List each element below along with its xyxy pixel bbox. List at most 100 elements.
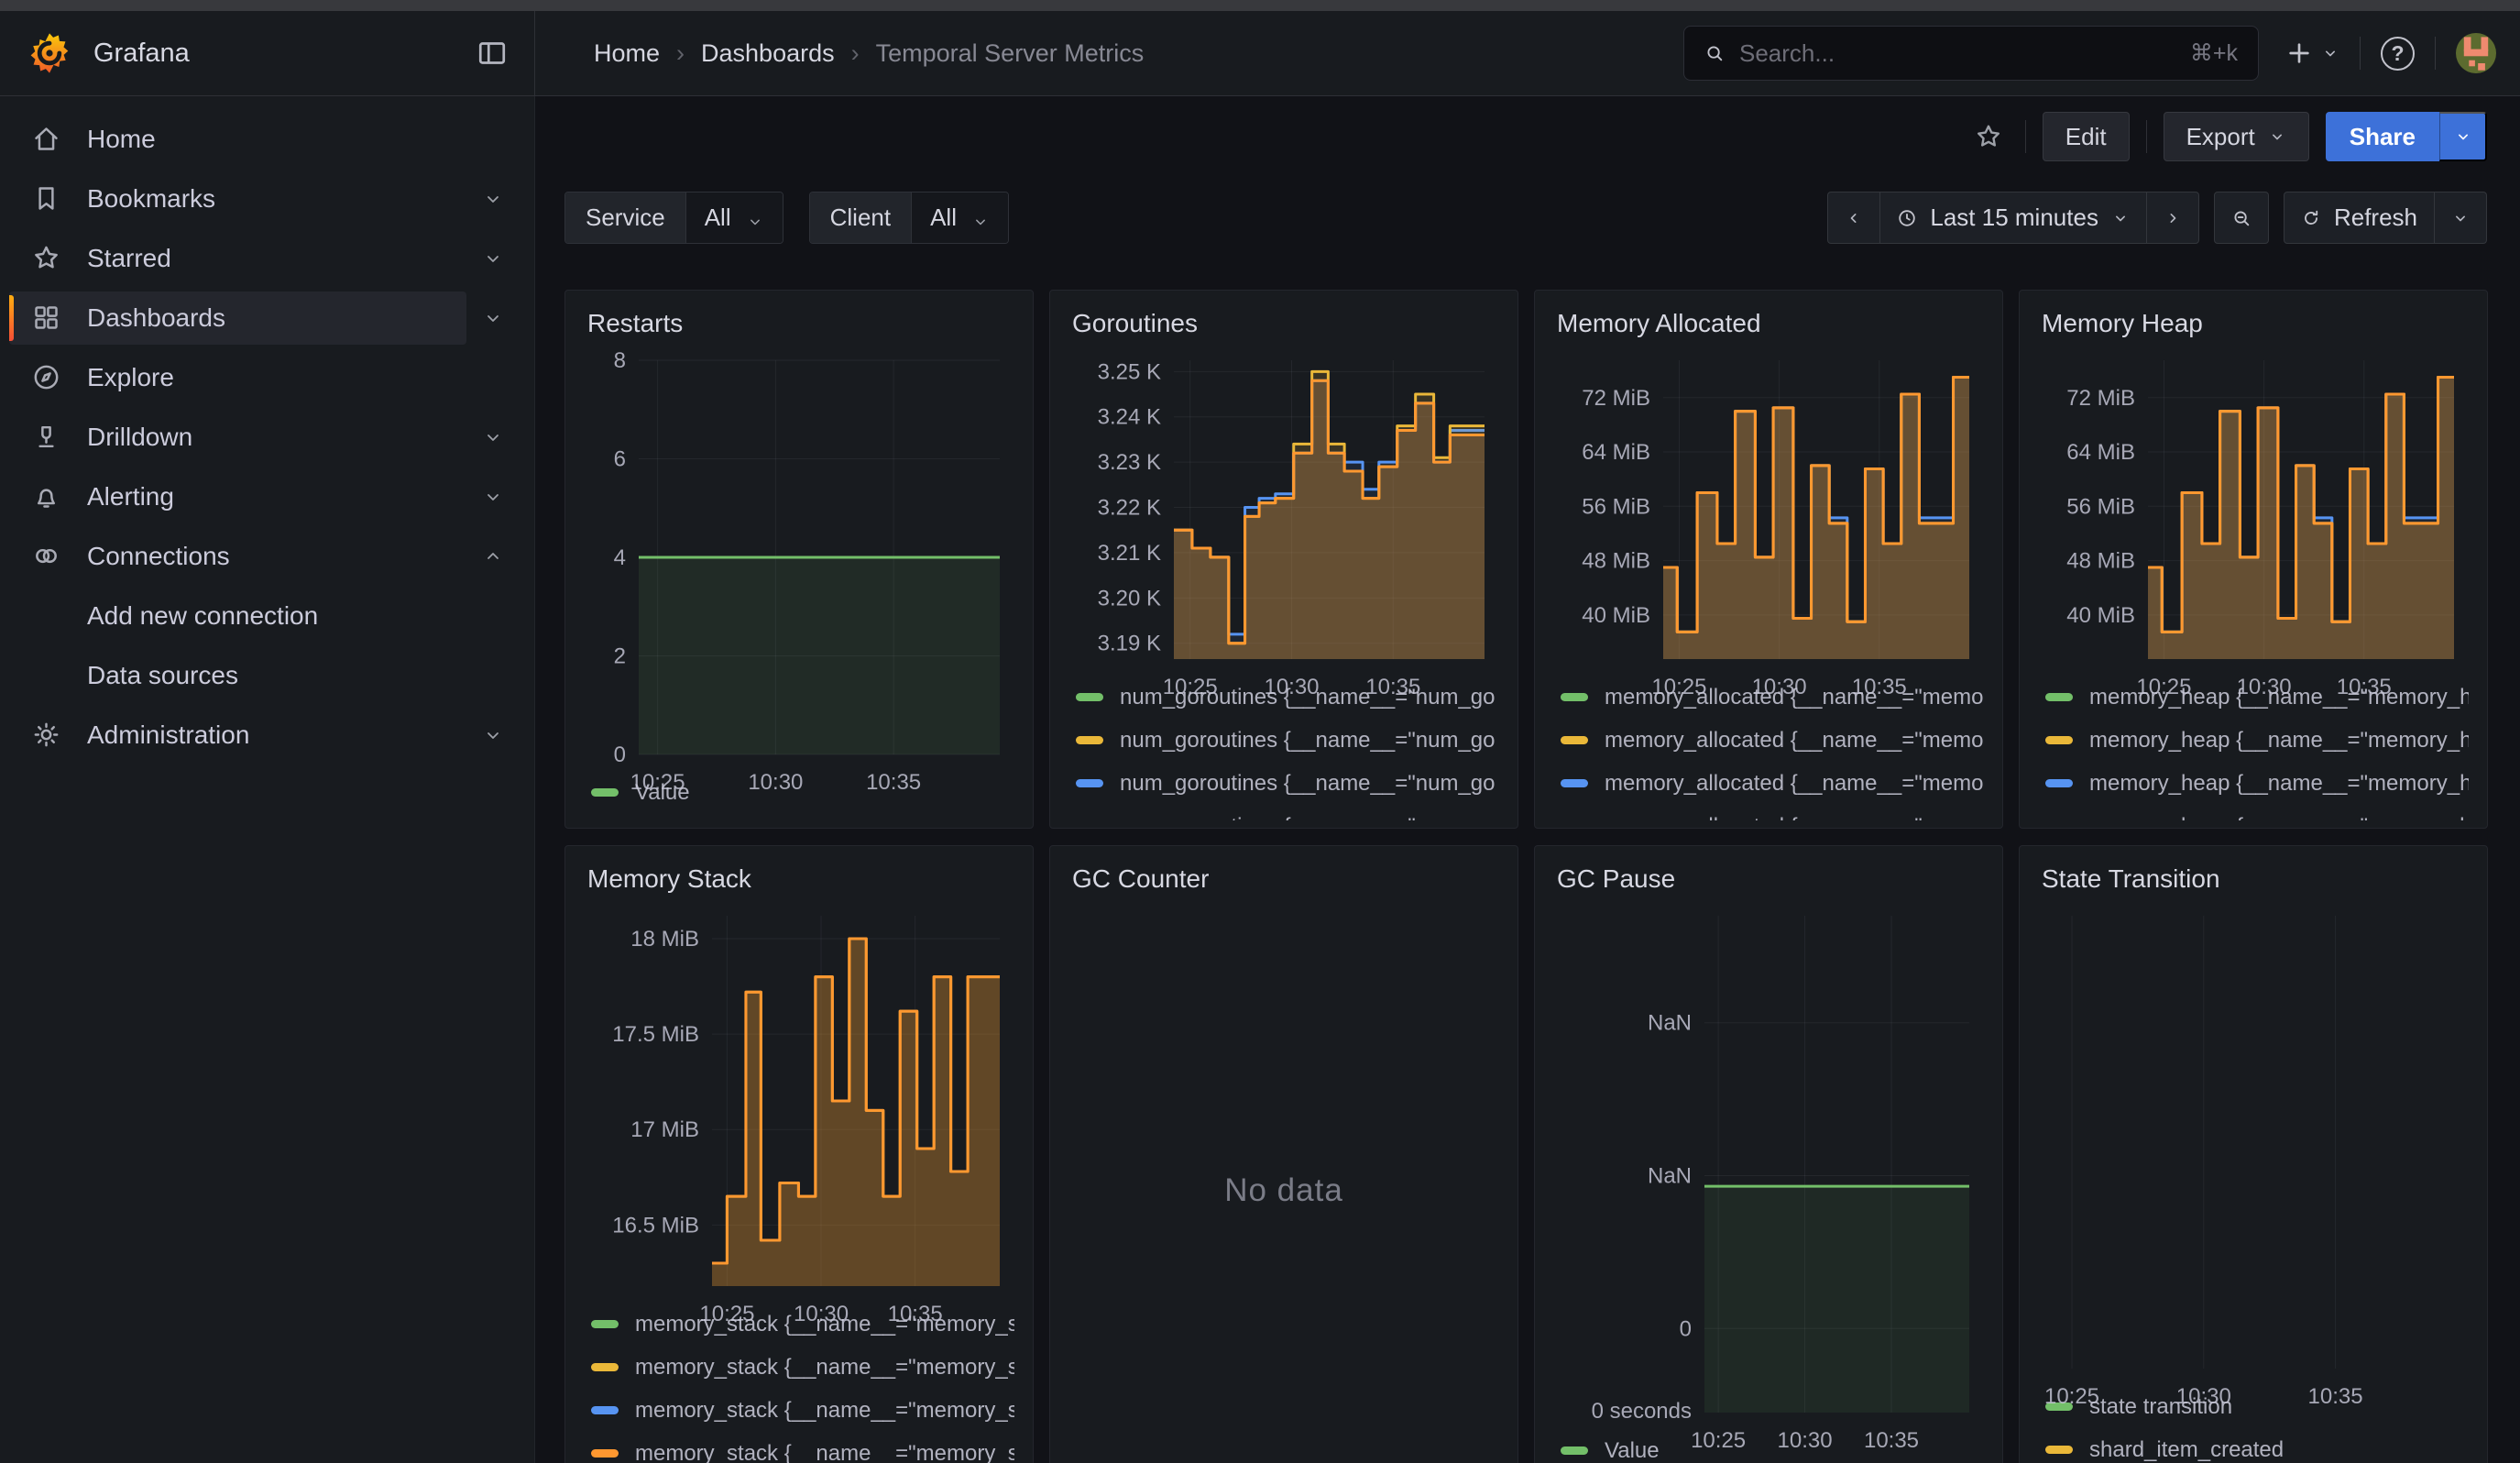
filter-value-dropdown[interactable]: All [912, 192, 1008, 243]
refresh-interval-button[interactable] [2434, 192, 2487, 244]
breadcrumb-item[interactable]: Dashboards [701, 39, 835, 68]
edit-button[interactable]: Edit [2043, 112, 2130, 161]
refresh-button[interactable]: Refresh [2284, 192, 2435, 244]
svg-text:10:30: 10:30 [794, 1302, 849, 1326]
panel-state-transition: State Transition 10:2510:3010:35 state t… [2019, 845, 2488, 1463]
legend-label: memory_heap {__name__="memory_h [2089, 728, 2469, 754]
sidebar-item-connections[interactable]: Connections [9, 530, 466, 583]
sidebar-row-home: Home [9, 109, 520, 169]
legend-label: memory_allocated {__name__="memo [1605, 728, 1983, 754]
share-menu-button[interactable] [2439, 112, 2487, 161]
sidebar-expand-chevron-down-icon[interactable] [466, 172, 520, 226]
legend-item[interactable]: num_goroutines {__name__="num_go [1076, 762, 1499, 805]
sidebar-expand-chevron-down-icon[interactable] [466, 292, 520, 345]
sidebar-expand-chevron-down-icon[interactable] [466, 709, 520, 762]
breadcrumb-item[interactable]: Home [594, 39, 660, 68]
sidebar-toggle-icon[interactable] [476, 37, 509, 70]
time-series-plot[interactable]: 10:2510:3010:35NaNNaN00 seconds [1553, 903, 1984, 1429]
zoom-out-button[interactable] [2214, 192, 2269, 244]
svg-text:NaN: NaN [1648, 1164, 1692, 1189]
breadcrumb: Home›Dashboards›Temporal Server Metrics [594, 39, 1144, 68]
panel-title: GC Counter [1072, 864, 1499, 894]
rings-icon [31, 541, 61, 571]
panel-title: Restarts [587, 309, 1014, 338]
sidebar-item-data-sources[interactable]: Data sources [9, 649, 520, 702]
user-avatar[interactable] [2456, 33, 2496, 73]
export-button[interactable]: Export [2164, 112, 2309, 161]
legend-swatch [591, 1449, 619, 1458]
home-icon [31, 124, 61, 154]
legend-item[interactable]: memory_heap {__name__="memory_h [2045, 719, 2469, 762]
svg-text:10:30: 10:30 [748, 770, 803, 795]
time-range-picker[interactable]: Last 15 minutes [1879, 192, 2147, 244]
svg-text:72 MiB: 72 MiB [1582, 386, 1650, 411]
sidebar-expand-chevron-down-icon[interactable] [466, 411, 520, 464]
dashboard-toolbar: Edit Export Share [535, 96, 2520, 177]
search-input[interactable] [1737, 38, 2177, 69]
variable-filter-client: ClientAll [809, 192, 1009, 244]
sidebar-row-starred: Starred [9, 228, 520, 288]
sidebar-item-bookmarks[interactable]: Bookmarks [9, 172, 466, 226]
legend-item[interactable]: memory_allocated {__name__="memo [1561, 805, 1984, 820]
time-series-plot[interactable]: 10:2510:3010:3572 MiB64 MiB56 MiB48 MiB4… [1553, 347, 1984, 676]
legend-swatch [2045, 1446, 2073, 1454]
divider [2360, 37, 2361, 70]
svg-text:64 MiB: 64 MiB [1582, 440, 1650, 465]
help-button[interactable]: ? [2381, 37, 2415, 71]
legend-item[interactable]: memory_stack {__name__="memory_s [591, 1389, 1014, 1432]
svg-text:10:30: 10:30 [2237, 675, 2292, 699]
time-series-plot[interactable]: 10:2510:3010:3518 MiB17.5 MiB17 MiB16.5 … [584, 903, 1014, 1303]
filter-value-dropdown[interactable]: All [686, 192, 783, 243]
sidebar-item-alerting[interactable]: Alerting [9, 470, 466, 523]
panel-memory-allocated: Memory Allocated 10:2510:3010:3572 MiB64… [1534, 290, 2003, 829]
sidebar-item-label: Drilldown [87, 423, 192, 452]
sidebar-item-drilldown[interactable]: Drilldown [9, 411, 466, 464]
sidebar-item-add-new-connection[interactable]: Add new connection [9, 589, 520, 643]
sidebar-item-explore[interactable]: Explore [9, 351, 520, 404]
sidebar-expand-chevron-up-icon[interactable] [466, 530, 520, 583]
sidebar-item-starred[interactable]: Starred [9, 232, 466, 285]
sidebar-expand-chevron-down-icon[interactable] [466, 470, 520, 523]
topbar-brand-section: Grafana [0, 11, 535, 95]
search-box[interactable]: ⌘+k [1683, 26, 2259, 81]
svg-text:16.5 MiB: 16.5 MiB [612, 1213, 699, 1238]
sidebar-item-administration[interactable]: Administration [9, 709, 466, 762]
legend-item[interactable]: memory_stack {__name__="memory_s [591, 1432, 1014, 1463]
legend-item[interactable]: memory_heap {__name__="memory_h [2045, 762, 2469, 805]
legend-label: num_goroutines {__name__="num_go [1120, 728, 1496, 754]
legend-label: num_goroutines {__name__="num_go [1120, 814, 1496, 821]
legend-swatch [1561, 736, 1588, 744]
sidebar-expand-chevron-down-icon[interactable] [466, 232, 520, 285]
chart-svg: 10:2510:3010:35NaNNaN00 seconds [1553, 903, 1984, 1458]
legend-item[interactable]: num_goroutines {__name__="num_go [1076, 719, 1499, 762]
legend-item[interactable]: num_goroutines {__name__="num_go [1076, 805, 1499, 820]
svg-text:10:35: 10:35 [1365, 675, 1420, 699]
chevron-down-icon [971, 209, 990, 227]
legend-item[interactable]: memory_stack {__name__="memory_s [591, 1346, 1014, 1389]
share-button[interactable]: Share [2326, 112, 2439, 161]
favorite-star-button[interactable] [1968, 116, 2009, 157]
chart-svg: 10:2510:3010:3572 MiB64 MiB56 MiB48 MiB4… [1553, 347, 1984, 705]
sidebar-item-home[interactable]: Home [9, 113, 520, 166]
legend-item[interactable]: memory_allocated {__name__="memo [1561, 762, 1984, 805]
svg-text:10:35: 10:35 [1852, 675, 1907, 699]
svg-text:48 MiB: 48 MiB [2066, 549, 2135, 574]
time-forward-button[interactable] [2146, 192, 2199, 244]
legend-item[interactable]: shard_item_created [2045, 1428, 2469, 1463]
sidebar-item-dashboards[interactable]: Dashboards [9, 292, 466, 345]
add-button[interactable] [2284, 38, 2339, 68]
time-series-plot[interactable]: 10:2510:3010:35 [2038, 903, 2469, 1385]
legend-item[interactable]: memory_heap {__name__="memory_h [2045, 805, 2469, 820]
svg-text:48 MiB: 48 MiB [1582, 549, 1650, 574]
time-series-plot[interactable]: 10:2510:3010:3572 MiB64 MiB56 MiB48 MiB4… [2038, 347, 2469, 676]
time-series-plot[interactable]: 10:2510:3010:353.25 K3.24 K3.23 K3.22 K3… [1068, 347, 1499, 676]
legend-item[interactable]: memory_allocated {__name__="memo [1561, 719, 1984, 762]
chevron-down-icon [2321, 44, 2339, 62]
panel-title: Memory Heap [2042, 309, 2469, 338]
dashboard-main: Edit Export Share ServiceAllClientAll [535, 96, 2520, 1463]
svg-text:10:25: 10:25 [2044, 1384, 2099, 1409]
chart-svg: 10:2510:3010:353.25 K3.24 K3.23 K3.22 K3… [1068, 347, 1499, 705]
time-series-plot[interactable]: 10:2510:3010:3586420 [584, 347, 1014, 771]
breadcrumb-separator-icon: › [851, 39, 860, 68]
time-back-button[interactable] [1827, 192, 1880, 244]
